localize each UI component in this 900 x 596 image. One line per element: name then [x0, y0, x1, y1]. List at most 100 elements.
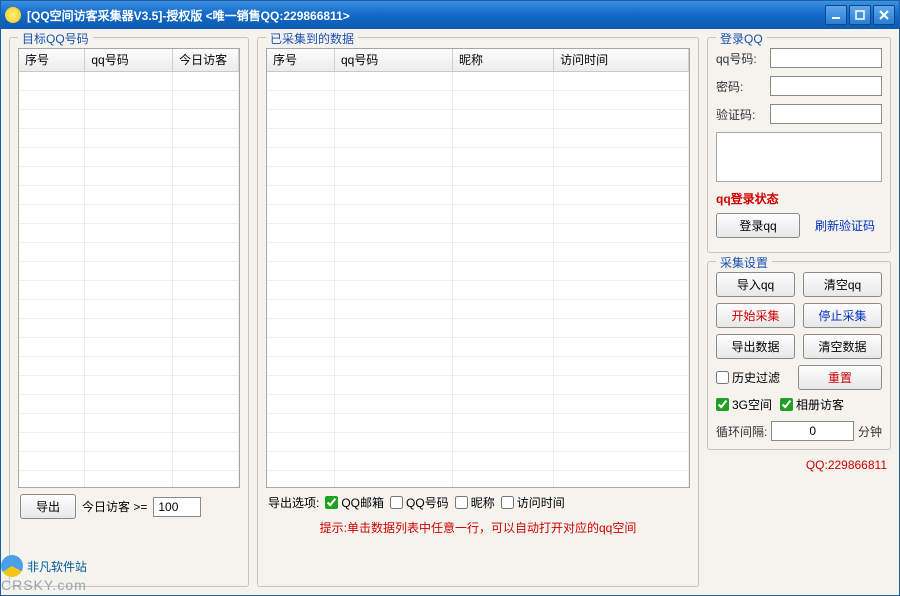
- contact-qq-link[interactable]: QQ:229866811: [806, 458, 887, 472]
- login-legend: 登录QQ: [716, 30, 767, 47]
- table-row[interactable]: [267, 280, 689, 299]
- loop-interval-label: 循环间隔:: [716, 423, 767, 440]
- table-row[interactable]: [19, 280, 239, 299]
- collected-legend: 已采集到的数据: [266, 30, 358, 47]
- app-icon: [5, 7, 21, 23]
- table-row[interactable]: [19, 223, 239, 242]
- captcha-label: 验证码:: [716, 106, 766, 123]
- reset-button[interactable]: 重置: [798, 365, 882, 390]
- app-window: [QQ空间访客采集器V3.5]-授权版 <唯一销售QQ:229866811> 目…: [0, 0, 900, 596]
- login-status: qq登录状态: [716, 190, 882, 207]
- table-row[interactable]: [19, 242, 239, 261]
- history-filter-checkbox[interactable]: 历史过滤: [716, 369, 790, 386]
- start-collect-button[interactable]: 开始采集: [716, 303, 795, 328]
- window-title: [QQ空间访客采集器V3.5]-授权版 <唯一销售QQ:229866811>: [27, 7, 825, 24]
- table-row[interactable]: [19, 432, 239, 451]
- table-row[interactable]: [19, 318, 239, 337]
- table-row[interactable]: [267, 356, 689, 375]
- qq-input[interactable]: [770, 48, 882, 68]
- maximize-button[interactable]: [849, 5, 871, 25]
- refresh-captcha-link[interactable]: 刷新验证码: [808, 217, 882, 234]
- export-data-button[interactable]: 导出数据: [716, 334, 795, 359]
- table-row[interactable]: [267, 128, 689, 147]
- loop-unit: 分钟: [858, 423, 882, 440]
- table-row[interactable]: [19, 337, 239, 356]
- minimize-button[interactable]: [825, 5, 847, 25]
- export-options-label: 导出选项:: [268, 494, 319, 511]
- table-row[interactable]: [267, 318, 689, 337]
- collect-settings-group: 采集设置 导入qq清空qq 开始采集停止采集 导出数据清空数据 历史过滤 重置 …: [707, 261, 891, 450]
- table-row[interactable]: [19, 185, 239, 204]
- import-qq-button[interactable]: 导入qq: [716, 272, 795, 297]
- table-row[interactable]: [267, 166, 689, 185]
- album-visitor-checkbox[interactable]: 相册访客: [780, 396, 844, 413]
- table-row[interactable]: [19, 451, 239, 470]
- opt-email[interactable]: QQ邮箱: [325, 494, 384, 511]
- target-qq-group: 目标QQ号码 序号 qq号码 今日访客 导出 今日访客 >=: [9, 37, 249, 587]
- space-3g-checkbox[interactable]: 3G空间: [716, 396, 772, 413]
- tip-text: 提示:单击数据列表中任意一行，可以自动打开对应的qq空间: [266, 515, 690, 536]
- loop-interval-input[interactable]: [771, 421, 854, 441]
- table-row[interactable]: [19, 261, 239, 280]
- password-input[interactable]: [770, 76, 882, 96]
- collect-legend: 采集设置: [716, 254, 772, 271]
- qq-label: qq号码:: [716, 50, 766, 67]
- table-row[interactable]: [267, 337, 689, 356]
- table-row[interactable]: [267, 185, 689, 204]
- table-row[interactable]: [267, 109, 689, 128]
- table-row[interactable]: [19, 413, 239, 432]
- table-row[interactable]: [19, 356, 239, 375]
- table-row[interactable]: [267, 204, 689, 223]
- table-row[interactable]: [267, 413, 689, 432]
- table-row[interactable]: [267, 451, 689, 470]
- table-row[interactable]: [267, 90, 689, 109]
- table-row[interactable]: [267, 261, 689, 280]
- table-row[interactable]: [267, 71, 689, 90]
- pwd-label: 密码:: [716, 78, 766, 95]
- login-button[interactable]: 登录qq: [716, 213, 800, 238]
- collected-data-group: 已采集到的数据 序号 qq号码 昵称 访问时间 导出选项:: [257, 37, 699, 587]
- col2-seq[interactable]: 序号: [267, 49, 334, 71]
- table-row[interactable]: [267, 375, 689, 394]
- titlebar: [QQ空间访客采集器V3.5]-授权版 <唯一销售QQ:229866811>: [1, 1, 899, 29]
- today-visitor-label: 今日访客 >=: [82, 498, 147, 515]
- stop-collect-button[interactable]: 停止采集: [803, 303, 882, 328]
- close-button[interactable]: [873, 5, 895, 25]
- content-area: 目标QQ号码 序号 qq号码 今日访客 导出 今日访客 >=: [1, 29, 899, 595]
- table-row[interactable]: [19, 375, 239, 394]
- col-seq[interactable]: 序号: [19, 49, 85, 71]
- table-row[interactable]: [267, 242, 689, 261]
- table-row[interactable]: [19, 109, 239, 128]
- collected-table[interactable]: 序号 qq号码 昵称 访问时间: [266, 48, 690, 488]
- table-row[interactable]: [19, 394, 239, 413]
- table-row[interactable]: [19, 166, 239, 185]
- table-row[interactable]: [267, 223, 689, 242]
- opt-qq[interactable]: QQ号码: [390, 494, 449, 511]
- table-row[interactable]: [267, 432, 689, 451]
- table-row[interactable]: [19, 470, 239, 488]
- captcha-image[interactable]: [716, 132, 882, 182]
- clear-qq-button[interactable]: 清空qq: [803, 272, 882, 297]
- table-row[interactable]: [267, 470, 689, 488]
- col2-qq[interactable]: qq号码: [334, 49, 452, 71]
- clear-data-button[interactable]: 清空数据: [803, 334, 882, 359]
- opt-time[interactable]: 访问时间: [501, 494, 565, 511]
- table-row[interactable]: [19, 90, 239, 109]
- target-qq-table[interactable]: 序号 qq号码 今日访客: [18, 48, 240, 488]
- table-row[interactable]: [267, 147, 689, 166]
- col-qq[interactable]: qq号码: [85, 49, 173, 71]
- export-targets-button[interactable]: 导出: [20, 494, 76, 519]
- table-row[interactable]: [19, 299, 239, 318]
- table-row[interactable]: [19, 204, 239, 223]
- col2-time[interactable]: 访问时间: [554, 49, 689, 71]
- table-row[interactable]: [19, 71, 239, 90]
- col2-nick[interactable]: 昵称: [452, 49, 553, 71]
- table-row[interactable]: [267, 394, 689, 413]
- table-row[interactable]: [19, 128, 239, 147]
- col-today[interactable]: 今日访客: [173, 49, 239, 71]
- table-row[interactable]: [19, 147, 239, 166]
- opt-nick[interactable]: 昵称: [455, 494, 495, 511]
- captcha-input[interactable]: [770, 104, 882, 124]
- today-visitor-input[interactable]: [153, 497, 201, 517]
- table-row[interactable]: [267, 299, 689, 318]
